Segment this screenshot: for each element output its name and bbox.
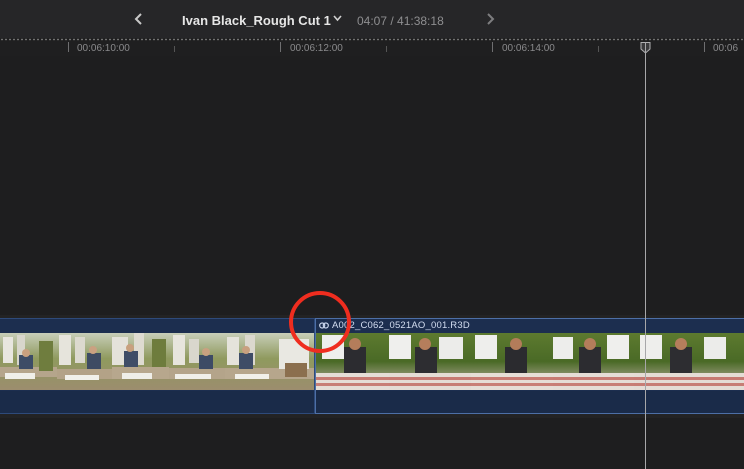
filmstrip-thumbnails [316,333,744,390]
ruler-tick [280,42,281,52]
forward-button[interactable] [480,9,500,29]
toolbar: Ivan Black_Rough Cut 1 04:07 / 41:38:18 [0,0,744,39]
back-button[interactable] [129,9,149,29]
filmstrip-thumbnails [0,333,314,390]
ruler-minor-tick [598,46,599,52]
ruler-label: 00:06:12:00 [290,43,343,54]
clip-header [0,319,314,332]
project-title[interactable]: Ivan Black_Rough Cut 1 [182,13,331,28]
clip-header: A002_C062_0521AO_001.R3D [316,319,744,332]
ruler-tick [492,42,493,52]
ruler-minor-tick [386,46,387,52]
playhead[interactable] [645,42,646,469]
timeline-ruler[interactable]: 00:06:10:00 00:06:12:00 00:06:14:00 00:0… [0,38,744,56]
ruler-tick [704,42,705,52]
ruler-label: 00:06 [713,43,739,54]
ruler-dots [0,38,744,41]
clip-filmstrip [316,333,744,390]
ruler-minor-tick [174,46,175,52]
clip-audio-area [0,391,314,413]
timecode-display: 04:07 / 41:38:18 [357,14,444,28]
clip-filmstrip [0,333,314,390]
clip-name: A002_C062_0521AO_001.R3D [332,320,470,331]
chevron-left-icon [134,13,142,25]
ruler-label: 00:06:10:00 [77,43,130,54]
clip-right-selected[interactable]: A002_C062_0521AO_001.R3D [315,318,744,414]
clip-left[interactable] [0,318,315,414]
clip-audio-area [316,391,744,413]
annotation-circle [289,291,351,353]
ruler-tick [68,42,69,52]
chevron-right-icon [487,13,495,25]
ruler-label: 00:06:14:00 [502,43,555,54]
chevron-down-icon[interactable] [333,15,342,22]
